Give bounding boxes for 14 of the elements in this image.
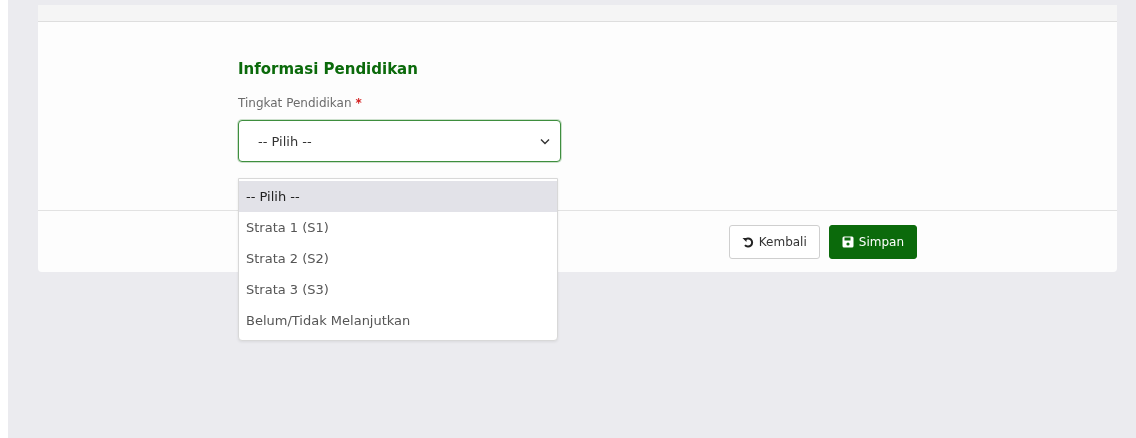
dropdown-option[interactable]: Strata 3 (S3) xyxy=(239,274,557,305)
back-button[interactable]: Kembali xyxy=(728,224,820,259)
save-icon xyxy=(841,235,854,248)
dropdown-option[interactable]: Belum/Tidak Melanjutkan xyxy=(239,305,557,336)
dropdown-option[interactable]: -- Pilih -- xyxy=(239,181,557,212)
undo-icon xyxy=(741,235,754,248)
section-title: Informasi Pendidikan xyxy=(238,60,419,78)
field-label: Tingkat Pendidikan xyxy=(238,96,352,110)
dropdown-option[interactable]: Strata 2 (S2) xyxy=(239,243,557,274)
dropdown-option[interactable]: Strata 1 (S1) xyxy=(239,212,557,243)
select-field[interactable]: -- Pilih -- xyxy=(238,120,561,162)
chevron-icon xyxy=(540,137,550,145)
save-button[interactable]: Simpan xyxy=(828,224,917,259)
required-mark: * xyxy=(355,96,362,110)
